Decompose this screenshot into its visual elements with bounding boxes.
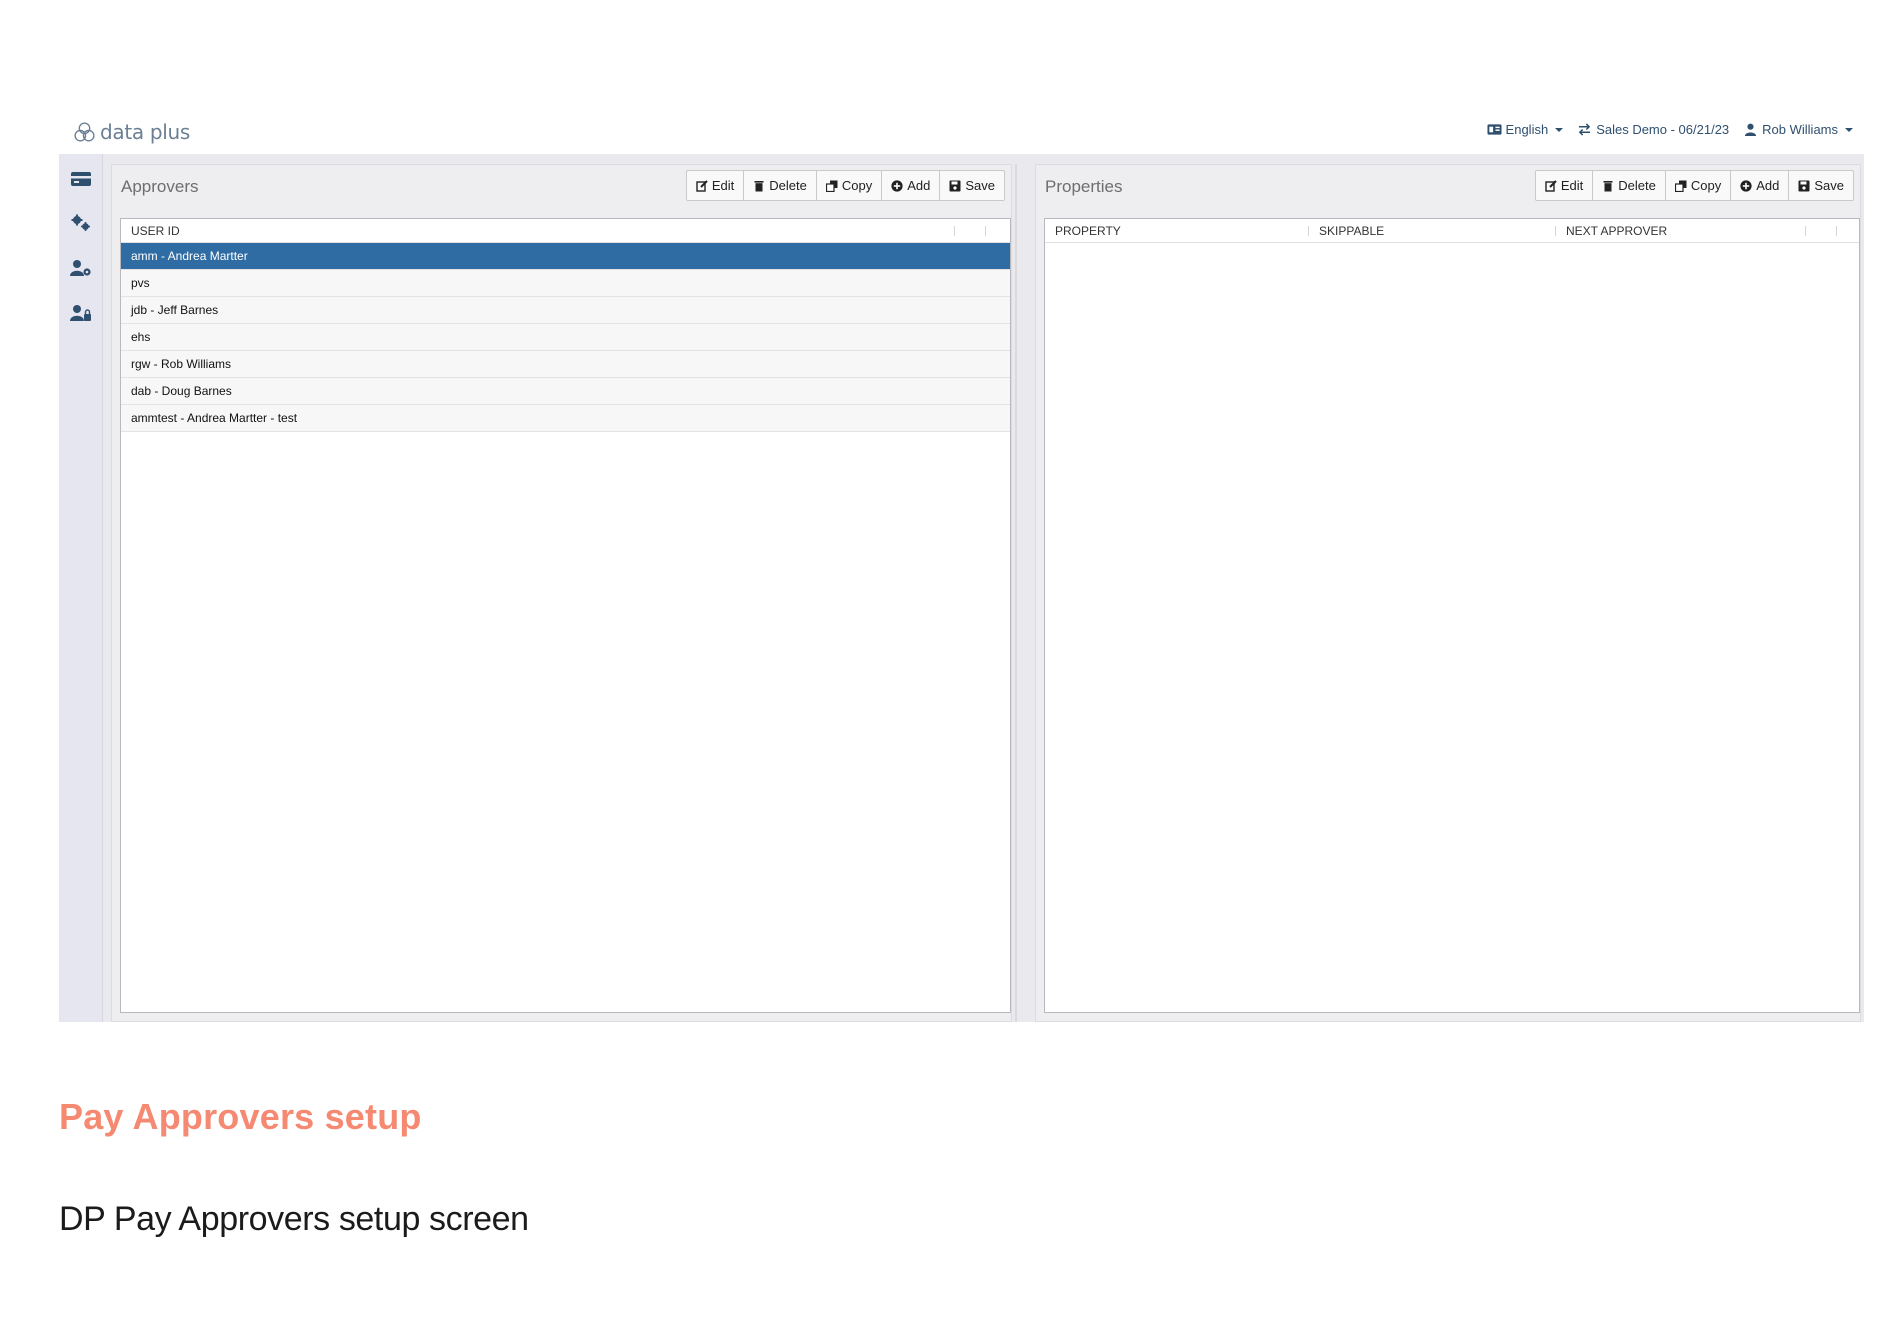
table-row[interactable]: jdb - Jeff Barnes: [121, 297, 1010, 324]
properties-add-button[interactable]: Add: [1730, 170, 1790, 201]
language-label: English: [1505, 122, 1549, 137]
row-user-id: rgw - Rob Williams: [131, 357, 232, 371]
row-user-id: pvs: [131, 276, 150, 290]
approvers-copy-button[interactable]: Copy: [815, 170, 883, 201]
table-row[interactable]: amm - Andrea Martter: [121, 243, 1010, 270]
logo-text: data plus: [100, 120, 191, 144]
chevron-down-icon: [1845, 127, 1853, 132]
table-row[interactable]: rgw - Rob Williams: [121, 351, 1010, 378]
column-label: PROPERTY: [1055, 223, 1121, 238]
column-separator: [1836, 226, 1837, 236]
row-user-id: amm - Andrea Martter: [131, 249, 248, 263]
properties-save-label: Save: [1814, 178, 1844, 193]
sidebar-item-user-settings[interactable]: [70, 257, 92, 279]
column-header-next-approver[interactable]: NEXT APPROVER: [1556, 219, 1806, 242]
sidebar-item-card[interactable]: [70, 168, 92, 190]
approvers-toolbar: Edit Delete Copy Add Save: [685, 170, 1005, 201]
column-header-extra: [955, 219, 986, 242]
caption-subtitle: DP Pay Approvers setup screen: [59, 1200, 529, 1238]
properties-copy-label: Copy: [1690, 178, 1722, 193]
properties-panel: Properties Edit Delete Copy Add Save PRO…: [1035, 164, 1861, 1022]
trash-icon: [1603, 180, 1613, 191]
trash-icon: [754, 180, 764, 191]
column-header-user-id[interactable]: USER ID: [121, 219, 955, 242]
properties-toolbar: Edit Delete Copy Add Save: [1534, 170, 1854, 201]
table-row[interactable]: ehs: [121, 324, 1010, 351]
approvers-grid-header: USER ID: [121, 219, 1010, 243]
plus-circle-icon: [891, 179, 903, 192]
user-name: Rob Williams: [1762, 122, 1838, 137]
properties-delete-button[interactable]: Delete: [1592, 170, 1666, 201]
approvers-save-label: Save: [965, 178, 995, 193]
save-icon: [949, 180, 961, 191]
sidebar: [59, 154, 103, 1022]
caption-title: Pay Approvers setup: [59, 1096, 422, 1137]
table-row[interactable]: ammtest - Andrea Martter - test: [121, 405, 1010, 432]
approvers-add-label: Add: [907, 178, 931, 193]
properties-edit-label: Edit: [1560, 178, 1584, 193]
row-user-id: ehs: [131, 330, 151, 344]
copy-icon: [825, 180, 838, 192]
approvers-edit-button[interactable]: Edit: [685, 170, 745, 201]
properties-grid-header: PROPERTY SKIPPABLE NEXT APPROVER: [1045, 219, 1859, 243]
column-separator: [985, 226, 986, 236]
plus-circle-icon: [1740, 179, 1752, 192]
column-label: USER ID: [131, 223, 180, 238]
gears-icon: [71, 214, 90, 231]
sidebar-item-user-security[interactable]: [70, 302, 92, 324]
approvers-panel: Approvers Edit Delete Copy Add Save USER…: [111, 164, 1012, 1022]
language-selector[interactable]: English: [1487, 122, 1564, 137]
save-icon: [1798, 180, 1810, 191]
properties-edit-button[interactable]: Edit: [1534, 170, 1594, 201]
row-user-id: dab - Doug Barnes: [131, 384, 232, 398]
properties-copy-button[interactable]: Copy: [1664, 170, 1732, 201]
column-label: NEXT APPROVER: [1566, 223, 1668, 238]
row-user-id: ammtest - Andrea Martter - test: [131, 411, 298, 425]
table-row[interactable]: pvs: [121, 270, 1010, 297]
properties-save-button[interactable]: Save: [1788, 170, 1854, 201]
top-nav: English Sales Demo - 06/21/23 Rob Willia…: [1487, 122, 1853, 137]
approvers-add-button[interactable]: Add: [881, 170, 941, 201]
user-menu[interactable]: Rob Williams: [1743, 122, 1853, 137]
approvers-copy-label: Copy: [841, 178, 873, 193]
properties-delete-label: Delete: [1618, 178, 1656, 193]
column-header-property[interactable]: PROPERTY: [1045, 219, 1309, 242]
properties-add-label: Add: [1756, 178, 1780, 193]
logo-icon: [74, 121, 95, 142]
sidebar-item-settings[interactable]: [70, 212, 92, 234]
app-logo[interactable]: data plus: [72, 119, 190, 145]
copy-icon: [1674, 180, 1687, 192]
approvers-grid: USER ID amm - Andrea Martter pvs jdb - J…: [120, 218, 1011, 1013]
column-header-extra: [1806, 219, 1837, 242]
language-icon: [1487, 124, 1502, 135]
approvers-edit-label: Edit: [711, 178, 735, 193]
card-icon: [71, 172, 91, 186]
approvers-delete-button[interactable]: Delete: [743, 170, 817, 201]
user-icon: [1745, 123, 1757, 136]
chevron-down-icon: [1555, 127, 1564, 132]
column-label: SKIPPABLE: [1319, 223, 1385, 238]
user-lock-icon: [70, 305, 91, 321]
edit-icon: [1545, 179, 1557, 192]
approvers-save-button[interactable]: Save: [939, 170, 1005, 201]
edit-icon: [696, 179, 708, 192]
app-frame: Approvers Edit Delete Copy Add Save USER…: [59, 154, 1864, 1022]
panel-divider[interactable]: [1015, 164, 1017, 1022]
properties-grid: PROPERTY SKIPPABLE NEXT APPROVER: [1044, 218, 1860, 1013]
properties-title: Properties: [1045, 177, 1123, 196]
table-row[interactable]: dab - Doug Barnes: [121, 378, 1010, 405]
environment-label: Sales Demo - 06/21/23: [1596, 122, 1730, 137]
approvers-delete-label: Delete: [769, 178, 807, 193]
exchange-icon: [1578, 123, 1591, 136]
column-header-skippable[interactable]: SKIPPABLE: [1309, 219, 1556, 242]
approvers-title: Approvers: [121, 177, 199, 196]
user-gear-icon: [70, 260, 91, 276]
row-user-id: jdb - Jeff Barnes: [131, 303, 219, 317]
environment-switcher[interactable]: Sales Demo - 06/21/23: [1577, 122, 1729, 137]
